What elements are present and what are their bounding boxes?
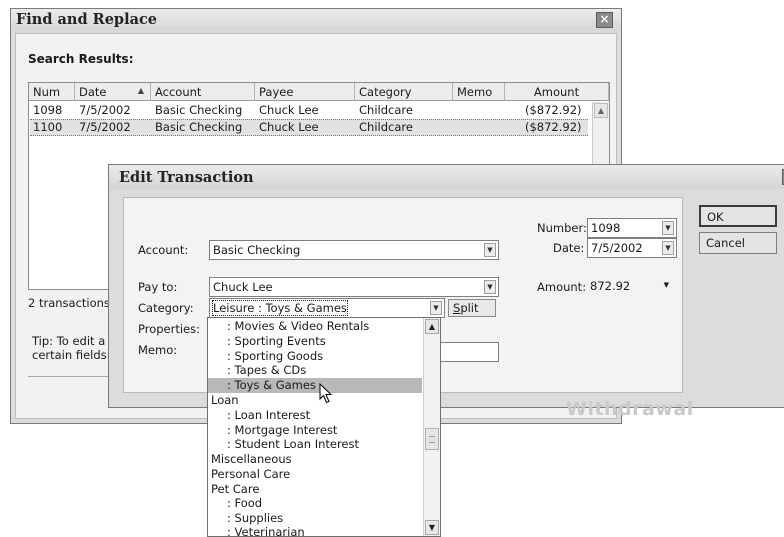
chevron-down-icon[interactable]: ▼: [430, 301, 442, 315]
amount-label: Amount:: [537, 280, 587, 294]
chevron-down-icon[interactable]: ▼: [664, 281, 669, 289]
col-payee[interactable]: Payee: [255, 83, 355, 101]
list-item[interactable]: : Mortgage Interest: [211, 423, 337, 438]
row-category: Childcare: [359, 103, 413, 117]
list-item[interactable]: : Sporting Events: [211, 334, 326, 349]
table-row[interactable]: 1098 7/5/2002 Basic Checking Chuck Lee C…: [30, 102, 588, 119]
number-select[interactable]: 1098 ▼: [587, 218, 677, 238]
col-category[interactable]: Category: [355, 83, 453, 101]
col-num[interactable]: Num: [29, 83, 75, 101]
number-value: 1098: [591, 221, 621, 235]
payto-select[interactable]: Chuck Lee ▼: [209, 277, 499, 297]
list-item[interactable]: : Tapes & CDs: [211, 363, 306, 378]
scroll-down-icon[interactable]: ▼: [425, 520, 439, 535]
row-account: Basic Checking: [155, 103, 243, 117]
list-item[interactable]: : Student Loan Interest: [211, 437, 359, 452]
payto-label: Pay to:: [138, 280, 178, 294]
row-date: 7/5/2002: [79, 120, 131, 134]
list-item[interactable]: : Sporting Goods: [211, 349, 323, 364]
withdrawal-watermark: Withdrawal: [566, 398, 694, 420]
row-amount: ($872.92): [525, 120, 582, 134]
date-value: 7/5/2002: [591, 241, 643, 255]
row-category: Childcare: [359, 120, 413, 134]
chevron-down-icon[interactable]: ▼: [662, 241, 674, 255]
edit-transaction-title-bar[interactable]: Edit Transaction ×: [109, 165, 784, 189]
category-value: Leisure : Toys & Games: [212, 300, 348, 316]
properties-label: Properties:: [138, 322, 200, 336]
sort-ascending-icon: ▲: [137, 86, 144, 95]
ok-button[interactable]: OK: [699, 205, 777, 227]
list-item[interactable]: Miscellaneous: [211, 452, 292, 467]
account-select[interactable]: Basic Checking ▼: [209, 240, 499, 260]
split-label: plit: [460, 301, 479, 315]
search-results-label: Search Results:: [28, 52, 134, 66]
col-account[interactable]: Account: [151, 83, 255, 101]
row-account: Basic Checking: [155, 120, 243, 134]
category-label: Category:: [138, 301, 194, 315]
chevron-down-icon[interactable]: ▼: [484, 280, 496, 294]
account-value: Basic Checking: [213, 243, 301, 257]
amount-value: 872.92: [590, 279, 631, 293]
account-label: Account:: [138, 243, 189, 257]
row-num: 1098: [33, 103, 63, 117]
number-label: Number:: [537, 221, 587, 235]
date-label: Date:: [553, 241, 585, 255]
date-field[interactable]: 7/5/2002 ▼: [587, 238, 677, 258]
dropdown-scrollbar[interactable]: ▲ ▼: [423, 318, 440, 536]
list-item[interactable]: : Loan Interest: [211, 408, 310, 423]
window-title: Find and Replace: [16, 11, 158, 28]
col-amount[interactable]: Amount: [505, 83, 609, 101]
split-button[interactable]: Split: [448, 299, 496, 317]
chevron-down-icon[interactable]: ▼: [484, 243, 496, 257]
list-item[interactable]: Personal Care: [211, 467, 290, 482]
list-item[interactable]: : Food: [211, 496, 262, 511]
table-row[interactable]: 1100 7/5/2002 Basic Checking Chuck Lee C…: [30, 119, 588, 136]
window-title: Edit Transaction: [119, 169, 254, 186]
list-item[interactable]: : Veterinarian: [211, 525, 305, 536]
list-item[interactable]: : Supplies: [211, 511, 283, 526]
scroll-up-icon[interactable]: ▲: [425, 319, 439, 334]
row-date: 7/5/2002: [79, 103, 131, 117]
list-item[interactable]: Pet Care: [211, 482, 259, 497]
list-item-highlighted[interactable]: : Toys & Games: [208, 378, 422, 393]
payto-value: Chuck Lee: [213, 280, 273, 294]
col-memo[interactable]: Memo: [453, 83, 505, 101]
close-icon[interactable]: ×: [596, 12, 613, 28]
transaction-count: 2 transactions: [28, 296, 110, 310]
row-amount: ($872.92): [525, 103, 582, 117]
cancel-button[interactable]: Cancel: [699, 232, 777, 254]
find-replace-title-bar[interactable]: Find and Replace ×: [11, 9, 621, 31]
category-dropdown-list[interactable]: : Movies & Video Rentals : Sporting Even…: [207, 317, 441, 537]
scroll-thumb[interactable]: [425, 428, 439, 450]
amount-field[interactable]: 872.92 ▼: [587, 277, 677, 297]
chevron-down-icon[interactable]: ▼: [662, 221, 674, 235]
table-header: Num Date ▲ Account Payee Category Memo A…: [29, 83, 609, 101]
mouse-pointer-icon: [319, 383, 333, 404]
row-payee: Chuck Lee: [259, 103, 319, 117]
col-date-label: Date: [79, 85, 107, 99]
col-date[interactable]: Date ▲: [75, 83, 151, 101]
list-item[interactable]: : Movies & Video Rentals: [211, 319, 369, 334]
scroll-up-icon[interactable]: ▲: [594, 103, 608, 118]
row-payee: Chuck Lee: [259, 120, 319, 134]
category-select[interactable]: Leisure : Toys & Games ▼: [209, 298, 445, 318]
memo-label: Memo:: [138, 343, 178, 357]
list-item[interactable]: Loan: [211, 393, 239, 408]
row-num: 1100: [33, 120, 63, 134]
